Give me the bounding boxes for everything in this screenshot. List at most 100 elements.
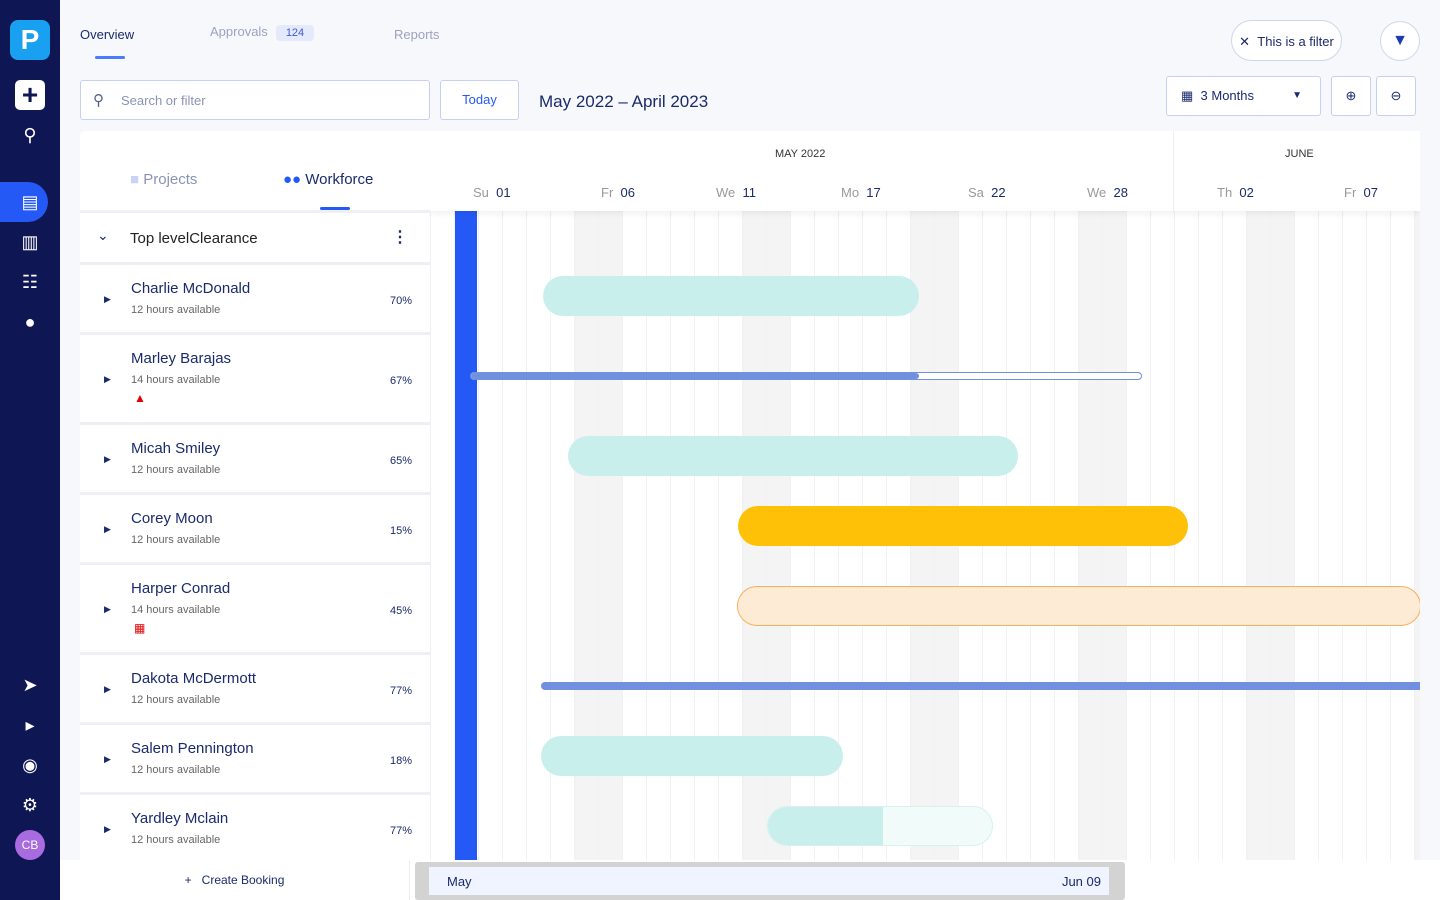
day-number: 17 [866, 185, 881, 200]
filter-chip[interactable]: ✕ This is a filter [1231, 20, 1342, 61]
grid-column [1414, 211, 1420, 860]
planner-icon[interactable]: ▤ [15, 187, 45, 217]
month-label: MAY 2022 [775, 148, 826, 160]
tab-approvals[interactable]: Approvals 124 [210, 24, 315, 41]
grid-column [1198, 211, 1222, 860]
panel-tab-workforce-label: Workforce [305, 171, 374, 188]
booking-bar[interactable] [767, 806, 993, 846]
person-row[interactable]: ▶ Charlie McDonald 12 hours available 70… [80, 262, 430, 332]
grid-column [502, 211, 526, 860]
search-input[interactable]: ⚲ Search or filter [80, 80, 430, 120]
expand-icon[interactable]: ▶ [104, 294, 111, 305]
day-name: Fr [601, 185, 614, 200]
booking-bar[interactable] [738, 506, 1188, 546]
utilization-percent: 77% [389, 685, 412, 697]
plus-icon: + [184, 873, 192, 887]
filter-button[interactable]: ▼ [1380, 21, 1420, 61]
person-row[interactable]: ▶ Salem Pennington 12 hours available 18… [80, 722, 430, 792]
rocket-icon[interactable]: ➤ [15, 670, 45, 700]
booking-line[interactable] [541, 682, 1420, 690]
app-logo[interactable]: P [10, 20, 50, 60]
avatar[interactable]: CB [15, 830, 45, 860]
expand-icon[interactable]: ▶ [104, 374, 111, 385]
zoom-in-button[interactable]: ⊕ [1331, 76, 1371, 116]
day-number: 02 [1239, 185, 1254, 200]
utilization-percent: 65% [389, 455, 412, 467]
booking-line[interactable] [470, 372, 1142, 380]
grid-column [478, 211, 502, 860]
expand-icon[interactable]: ▶ [104, 824, 111, 835]
utilization-percent: 67% [389, 375, 412, 387]
person-row[interactable]: ▶ Micah Smiley 12 hours available 65% [80, 422, 430, 492]
close-icon[interactable]: ✕ [1239, 34, 1250, 49]
tab-overview[interactable]: Overview [80, 27, 134, 42]
expand-icon[interactable]: ▶ [104, 754, 111, 765]
create-booking-button[interactable]: + Create Booking [60, 860, 410, 900]
grid-column [430, 211, 454, 860]
group-row[interactable]: ⌄ Top levelClearance ⋮ [80, 210, 430, 262]
grid-column [1222, 211, 1246, 860]
tab-reports[interactable]: Reports [394, 27, 440, 42]
people-icon[interactable]: ● [15, 307, 45, 337]
group-label: Top levelClearance [130, 230, 258, 247]
bottom-bar: + Create Booking May Jun 09 [60, 860, 1440, 900]
megaphone-icon[interactable]: ▸ [15, 710, 45, 740]
timeline-scrubber[interactable]: May Jun 09 [415, 862, 1125, 900]
person-hours: 14 hours available [131, 604, 221, 616]
period-select[interactable]: ▦ 3 Months ▼ [1166, 76, 1321, 116]
person-row[interactable]: ▶ Yardley Mclain 12 hours available 77% [80, 792, 430, 860]
booking-bar[interactable] [541, 736, 843, 776]
approvals-count-badge: 124 [275, 25, 315, 41]
expand-icon[interactable]: ▶ [104, 454, 111, 465]
day-label: Th 02 [1217, 185, 1254, 200]
expand-icon[interactable]: ▶ [104, 524, 111, 535]
folder-icon: ■ [130, 171, 140, 188]
person-hours: 12 hours available [131, 834, 221, 846]
search-placeholder: Search or filter [121, 93, 206, 108]
scrubber-start-label: May [447, 874, 472, 889]
expand-icon[interactable]: ▶ [104, 684, 111, 695]
utilization-percent: 15% [389, 525, 412, 537]
person-name: Marley Barajas [131, 350, 232, 367]
grid-column [1246, 211, 1270, 860]
person-name: Yardley Mclain [131, 810, 229, 827]
timeline: MAY 2022 JUNE Su 01 Fr 06 We 11 Mo 17 Sa 22 W… [430, 131, 1420, 860]
search-icon[interactable]: ⚲ [15, 120, 45, 150]
add-icon[interactable]: + [15, 80, 45, 110]
globe-icon[interactable]: ◉ [15, 750, 45, 780]
utilization-percent: 77% [389, 825, 412, 837]
reports-icon[interactable]: ☷ [15, 267, 45, 297]
panel-tab-projects-label: Projects [143, 171, 198, 188]
create-booking-label: Create Booking [201, 873, 285, 887]
active-tab-indicator [95, 56, 125, 59]
zoom-in-icon: ⊕ [1345, 88, 1357, 103]
day-label: We 28 [1087, 185, 1128, 200]
expand-icon[interactable]: ▶ [104, 604, 111, 615]
person-row[interactable]: ▶ Harper Conrad 14 hours available 45% ▦ [80, 562, 430, 652]
booking-bar[interactable] [737, 586, 1420, 626]
person-row[interactable]: ▶ Corey Moon 12 hours available 15% [80, 492, 430, 562]
person-row[interactable]: ▶ Dakota McDermott 12 hours available 77… [80, 652, 430, 722]
analytics-icon[interactable]: ▥ [15, 227, 45, 257]
person-name: Corey Moon [131, 510, 213, 527]
day-label: We 11 [716, 185, 756, 200]
day-number: 28 [1113, 185, 1128, 200]
person-row[interactable]: ▶ Marley Barajas 14 hours available 67% ▲ [80, 332, 430, 422]
person-hours: 12 hours available [131, 304, 221, 316]
grid-column [1294, 211, 1318, 860]
today-button[interactable]: Today [440, 80, 519, 120]
calendar-icon: ▦ [1181, 88, 1194, 103]
utilization-percent: 70% [389, 295, 412, 307]
day-number: 11 [742, 185, 757, 200]
booking-bar[interactable] [543, 276, 919, 316]
zoom-out-button[interactable]: ⊖ [1376, 76, 1416, 116]
day-label: Mo 17 [841, 185, 881, 200]
panel-tab-workforce[interactable]: ●● Workforce [283, 171, 373, 188]
day-name: Sa [968, 185, 984, 200]
panel-tab-projects[interactable]: ■ Projects [130, 171, 197, 188]
chevron-down-icon[interactable]: ⌄ [97, 227, 109, 244]
booking-bar[interactable] [568, 436, 1018, 476]
gear-icon[interactable]: ⚙ [15, 790, 45, 820]
more-options-icon[interactable]: ⋮ [392, 227, 408, 247]
day-name: We [1087, 185, 1107, 200]
